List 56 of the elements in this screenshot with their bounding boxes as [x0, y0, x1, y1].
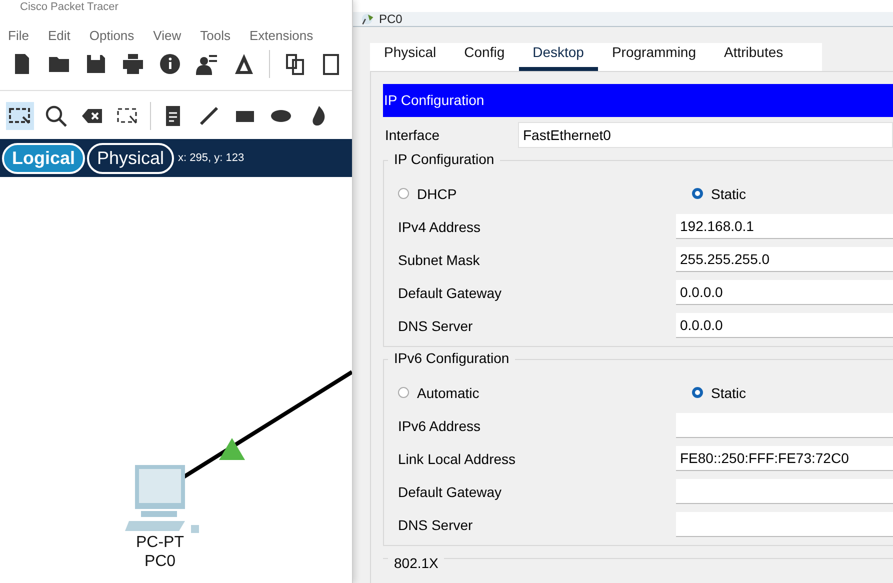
- tab[interactable]: Attributes: [710, 44, 798, 71]
- save-icon[interactable]: [84, 52, 108, 76]
- link-light-icon: [219, 438, 245, 460]
- field-label: IPv6 Address: [398, 418, 482, 434]
- radio-button[interactable]: [692, 387, 703, 398]
- tab[interactable]: Physical: [370, 44, 450, 71]
- device-name: PC0: [143, 553, 177, 571]
- field-label: Default Gateway: [398, 284, 502, 300]
- menu-item[interactable]: Options: [89, 28, 134, 50]
- field-label: Default Gateway: [398, 484, 502, 500]
- window-title: PC0: [379, 12, 402, 26]
- input-field[interactable]: 0.0.0.0: [676, 313, 893, 338]
- info-icon[interactable]: [158, 52, 182, 76]
- view-tab[interactable]: Logical: [2, 142, 86, 174]
- radio-label: Static: [711, 384, 746, 400]
- user-icon[interactable]: [195, 52, 219, 76]
- app-title: Cisco Packet Tracer: [19, 0, 120, 15]
- input-field[interactable]: FE80::250:FFF:FE73:72C0: [676, 446, 893, 471]
- menu-item[interactable]: Extensions: [249, 28, 314, 50]
- radio-label: Automatic: [417, 384, 480, 400]
- app-icon: [361, 12, 375, 26]
- section-header: IP Configuration: [383, 84, 893, 117]
- tab[interactable]: Programming: [598, 44, 710, 71]
- input-field[interactable]: [676, 512, 893, 537]
- input-field[interactable]: [676, 479, 893, 504]
- cursor-coordinates: x: 295, y: 123: [178, 152, 244, 164]
- menu-item[interactable]: Edit: [48, 28, 70, 50]
- radio-button[interactable]: [692, 188, 703, 199]
- print-icon[interactable]: [121, 52, 145, 76]
- menu-item[interactable]: Tools: [200, 28, 230, 50]
- menu-item[interactable]: File: [8, 28, 29, 50]
- view-tab[interactable]: Physical: [87, 142, 174, 174]
- group-title: IP Configuration: [388, 151, 500, 167]
- field-label: IPv4 Address: [398, 218, 482, 234]
- input-field[interactable]: 192.168.0.1: [676, 214, 893, 239]
- group-title: IPv6 Configuration: [388, 350, 516, 366]
- input-field[interactable]: 0.0.0.0: [676, 280, 893, 305]
- radio-label: Static: [711, 186, 746, 202]
- field-label: Link Local Address: [398, 450, 517, 466]
- triangle-icon[interactable]: [232, 52, 256, 76]
- radio-label: DHCP: [417, 186, 457, 202]
- group-title: 802.1X: [388, 555, 444, 571]
- input-field[interactable]: [676, 413, 893, 438]
- field-label: Interface: [384, 127, 440, 143]
- tab[interactable]: Config: [450, 44, 519, 71]
- interface-dropdown[interactable]: FastEthernet0: [518, 122, 893, 148]
- copy-icon[interactable]: [283, 52, 307, 76]
- field-label: Subnet Mask: [398, 252, 481, 268]
- radio-button[interactable]: [398, 387, 409, 398]
- menu-item[interactable]: View: [153, 28, 182, 50]
- field-label: DNS Server: [398, 516, 474, 532]
- radio-button[interactable]: [398, 188, 409, 199]
- device-model: PC-PT: [135, 534, 185, 552]
- field-label: DNS Server: [398, 318, 474, 334]
- input-field[interactable]: 255.255.255.0: [676, 247, 893, 272]
- select-icon[interactable]: [6, 102, 34, 130]
